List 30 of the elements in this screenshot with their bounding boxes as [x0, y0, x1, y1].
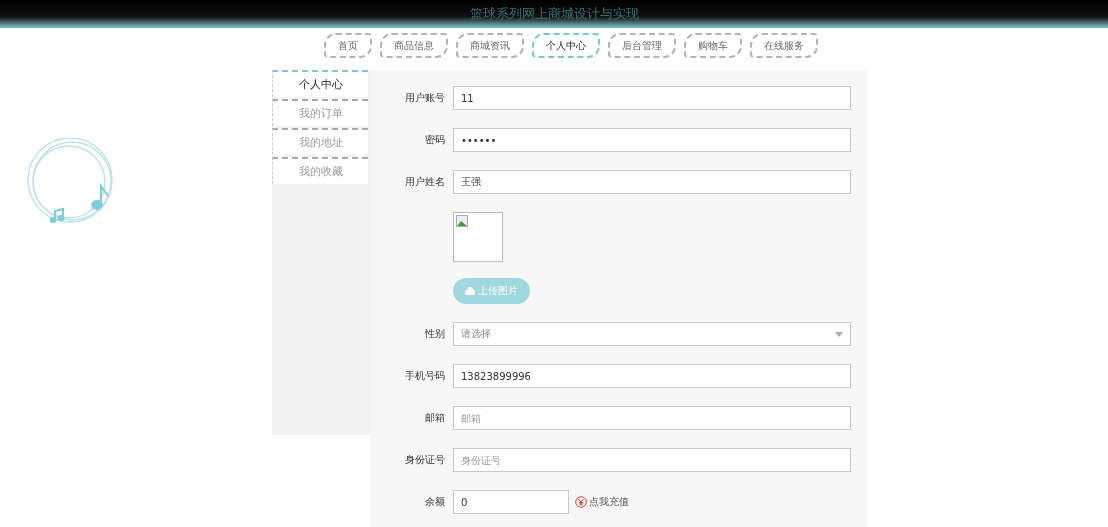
nav-tab[interactable]: 在线服务: [749, 33, 818, 58]
field-label: 用户姓名: [404, 175, 445, 189]
select-field[interactable]: 请选择: [453, 322, 851, 346]
nav-tab[interactable]: 首页: [323, 33, 372, 58]
yen-icon: [575, 496, 587, 508]
nav-tab[interactable]: 商品信息: [379, 33, 448, 58]
cloud-upload-icon: [465, 287, 475, 295]
field-label: 性别: [424, 327, 445, 341]
field-label: 余额: [424, 495, 445, 509]
input-field[interactable]: 0: [453, 490, 569, 514]
field-label: 密码: [424, 133, 445, 147]
input-field[interactable]: 邮箱: [453, 406, 851, 430]
caret-icon: [835, 331, 843, 337]
recharge-link[interactable]: 点我充值: [575, 495, 629, 509]
field-label: 手机号码: [404, 369, 445, 383]
input-field[interactable]: 13823899996: [453, 364, 851, 388]
field-label: 身份证号: [404, 453, 445, 467]
input-field[interactable]: ••••••: [453, 128, 851, 152]
input-field[interactable]: 身份证号: [453, 448, 851, 472]
input-field[interactable]: 11: [453, 86, 851, 110]
nav-tab[interactable]: 购物车: [683, 33, 742, 58]
input-field[interactable]: 王强: [453, 170, 851, 194]
field-label: 邮箱: [424, 411, 445, 425]
nav-tab[interactable]: 商城资讯: [455, 33, 524, 58]
nav-tab[interactable]: 个人中心: [531, 33, 600, 58]
nav-tab[interactable]: 后台管理: [607, 33, 676, 58]
field-label: 用户账号: [404, 91, 445, 105]
sidebar-item[interactable]: 个人中心: [272, 70, 368, 97]
site-title: 篮球系列网上商城设计与实现: [469, 5, 639, 23]
broken-image-icon: [456, 215, 468, 227]
